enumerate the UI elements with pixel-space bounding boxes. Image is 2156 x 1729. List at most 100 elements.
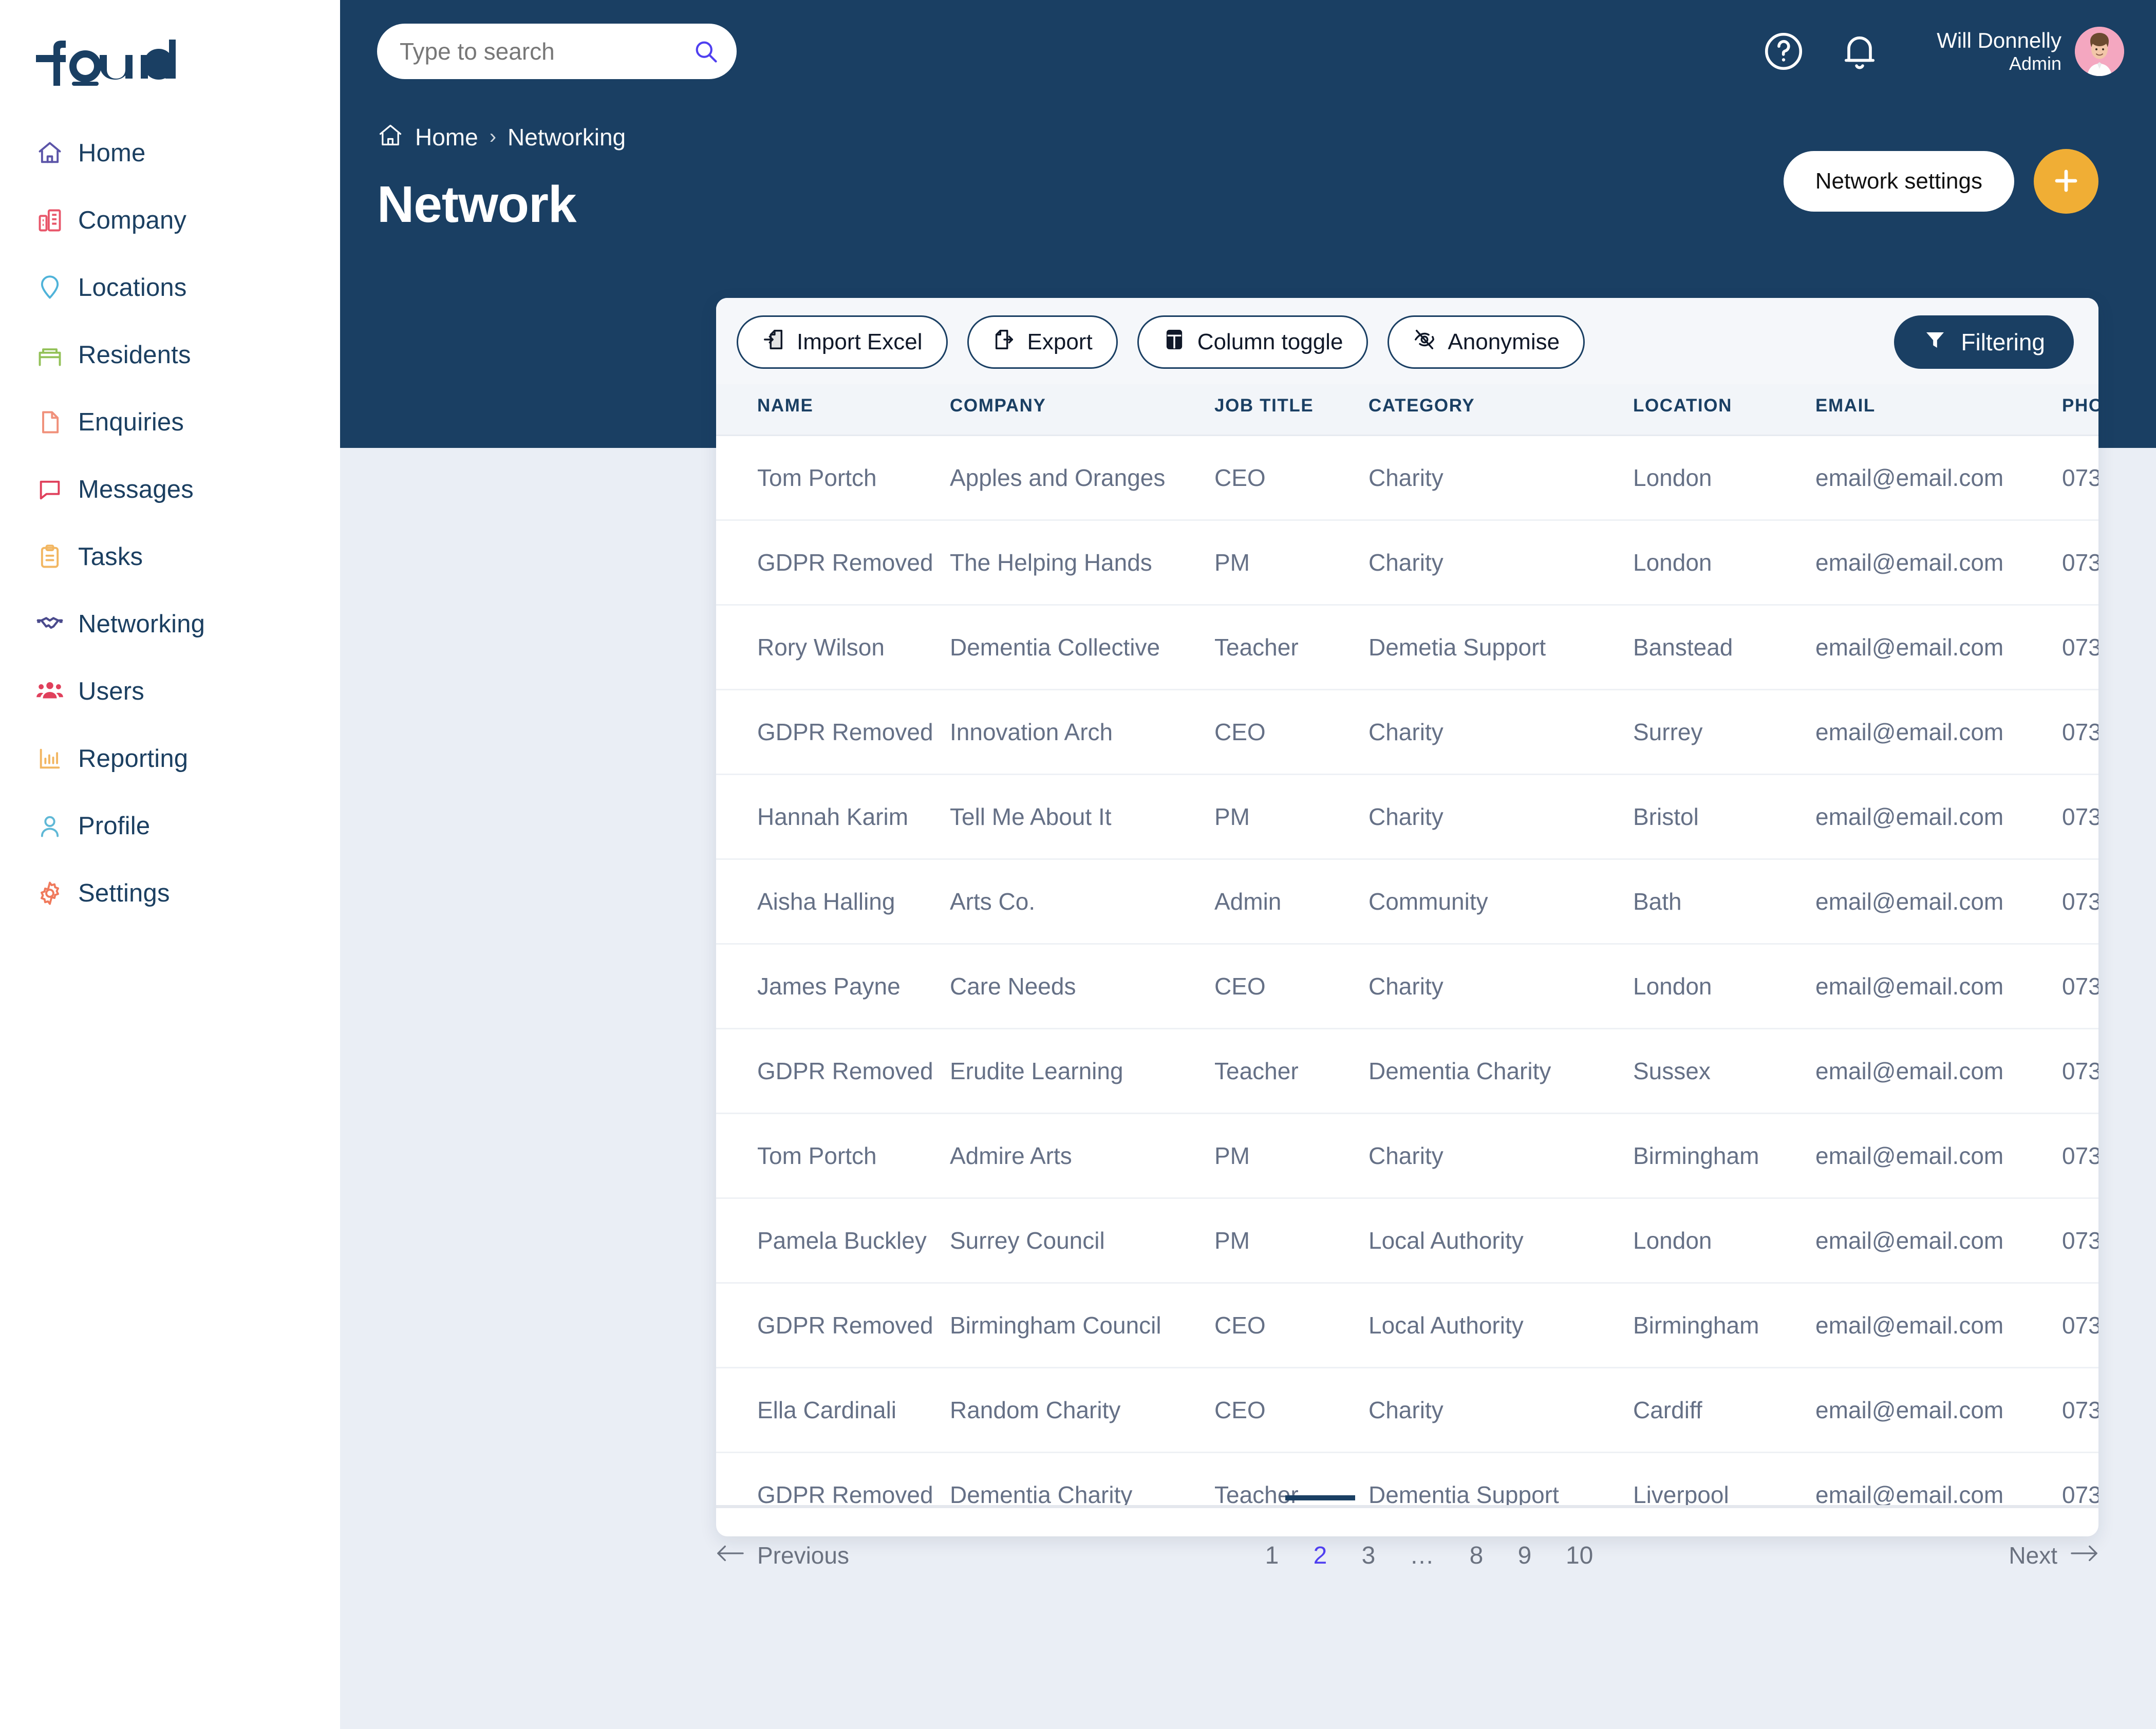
table-row[interactable]: GDPR Removed The Helping Hands PM Charity Lo…: [716, 520, 2098, 606]
home-breadcrumb-icon[interactable]: [377, 122, 404, 152]
column-header-name[interactable]: NAME: [716, 384, 950, 436]
cell-location: Sussex: [1633, 1028, 1815, 1114]
help-icon[interactable]: [1758, 26, 1809, 77]
table-row[interactable]: GDPR Removed Innovation Arch CEO Charity Sur…: [716, 689, 2098, 775]
previous-page-button[interactable]: Previous: [716, 1542, 849, 1569]
column-header-location[interactable]: LOCATION: [1633, 384, 1815, 436]
sidebar-item-users[interactable]: Users: [0, 657, 340, 725]
cell-job: PM: [1214, 520, 1368, 606]
plus-icon: [2050, 165, 2082, 198]
anonymise-button[interactable]: Anonymise: [1388, 315, 1585, 369]
sidebar-item-settings[interactable]: Settings: [0, 859, 340, 927]
add-network-button[interactable]: [2034, 149, 2098, 214]
column-header-company[interactable]: COMPANY: [950, 384, 1214, 436]
export-button[interactable]: Export: [967, 315, 1118, 369]
cell-category: Demetia Support: [1368, 605, 1633, 690]
table-row[interactable]: Aisha Halling Arts Co. Admin Community Bath e…: [716, 859, 2098, 945]
anonymise-label: Anonymise: [1448, 329, 1560, 354]
chat-icon: [35, 475, 65, 504]
page-number-8[interactable]: 8: [1469, 1542, 1484, 1570]
cell-email: email@email.com: [1815, 605, 2062, 690]
network-settings-button[interactable]: Network settings: [1783, 151, 2014, 212]
table-row[interactable]: Tom Portch Admire Arts PM Charity Birmingham…: [716, 1113, 2098, 1199]
page-number-1[interactable]: 1: [1265, 1542, 1279, 1570]
table-row[interactable]: Hannah Karim Tell Me About It PM Charity Bri…: [716, 774, 2098, 860]
sidebar-item-label: Enquiries: [78, 408, 184, 436]
cell-email: email@email.com: [1815, 689, 2062, 775]
page-number-10[interactable]: 10: [1566, 1542, 1593, 1570]
breadcrumb-separator: ›: [489, 125, 497, 148]
cell-name: Rory Wilson: [716, 605, 950, 690]
import-excel-label: Import Excel: [797, 329, 923, 354]
cell-email: email@email.com: [1815, 1113, 2062, 1199]
eye-off-icon: [1413, 328, 1436, 357]
cell-name: Pamela Buckley: [716, 1198, 950, 1284]
cell-category: Charity: [1368, 520, 1633, 606]
page-number-3[interactable]: 3: [1361, 1542, 1376, 1570]
found-logo[interactable]: [32, 27, 340, 104]
cell-name: Tom Portch: [716, 1113, 950, 1199]
notification-bell-icon[interactable]: [1834, 26, 1885, 77]
sidebar-item-enquiries[interactable]: Enquiries: [0, 388, 340, 456]
cell-name: GDPR Removed: [716, 689, 950, 775]
sidebar-item-residents[interactable]: Residents: [0, 321, 340, 388]
column-toggle-button[interactable]: Column toggle: [1137, 315, 1368, 369]
filtering-button[interactable]: Filtering: [1894, 315, 2074, 369]
next-page-button[interactable]: Next: [2009, 1542, 2098, 1569]
cell-phone: 07345434567: [2062, 1367, 2098, 1453]
cell-phone: 07345434567: [2062, 435, 2098, 521]
main-content: Will Donnelly Admin: [340, 0, 2156, 1729]
table-row[interactable]: GDPR Removed Erudite Learning Teacher Demen…: [716, 1028, 2098, 1114]
cell-email: email@email.com: [1815, 1198, 2062, 1284]
search-input[interactable]: [400, 37, 688, 65]
cell-location: Surrey: [1633, 689, 1815, 775]
export-label: Export: [1027, 329, 1093, 354]
sidebar-item-locations[interactable]: Locations: [0, 254, 340, 321]
sidebar-item-label: Tasks: [78, 542, 143, 571]
cell-phone: 07345434567: [2062, 1028, 2098, 1114]
table-row[interactable]: Ella Cardinali Random Charity CEO Charity Ca…: [716, 1367, 2098, 1453]
sidebar-item-home[interactable]: Home: [0, 119, 340, 186]
cell-location: Birmingham: [1633, 1283, 1815, 1368]
page-number-2[interactable]: 2: [1313, 1542, 1327, 1570]
cell-category: Charity: [1368, 774, 1633, 860]
table-row[interactable]: Rory Wilson Dementia Collective Teacher Dem…: [716, 605, 2098, 690]
table-row[interactable]: Tom Portch Apples and Oranges CEO Charity Lo…: [716, 435, 2098, 521]
cell-phone: 07345434567: [2062, 1113, 2098, 1199]
column-header-phone[interactable]: PHONE: [2062, 384, 2098, 436]
cell-company: Apples and Oranges: [950, 435, 1214, 521]
column-header-email[interactable]: EMAIL: [1815, 384, 2062, 436]
bed-icon: [35, 340, 65, 370]
column-header-category[interactable]: CATEGORY: [1368, 384, 1633, 436]
table-row[interactable]: Pamela Buckley Surrey Council PM Local Auth…: [716, 1198, 2098, 1284]
search-box[interactable]: [377, 24, 737, 79]
sidebar-item-tasks[interactable]: Tasks: [0, 523, 340, 590]
sidebar-item-company[interactable]: Company: [0, 186, 340, 254]
sidebar-item-messages[interactable]: Messages: [0, 456, 340, 523]
sidebar-item-profile[interactable]: Profile: [0, 792, 340, 859]
cell-job: CEO: [1214, 1283, 1368, 1368]
table-row[interactable]: James Payne Care Needs CEO Charity London ema…: [716, 944, 2098, 1029]
sidebar-item-networking[interactable]: Networking: [0, 590, 340, 657]
table-row[interactable]: GDPR Removed Birmingham Council CEO Local A…: [716, 1283, 2098, 1368]
cell-location: London: [1633, 520, 1815, 606]
user-text: Will Donnelly Admin: [1937, 28, 2061, 74]
cell-job: CEO: [1214, 689, 1368, 775]
avatar[interactable]: [2075, 27, 2124, 76]
network-table: NAME COMPANY JOB TITLE CATEGORY LOCATION…: [716, 384, 2098, 1536]
cell-job: CEO: [1214, 944, 1368, 1029]
cell-phone: 07345434567: [2062, 859, 2098, 945]
cell-company: Care Needs: [950, 944, 1214, 1029]
import-excel-button[interactable]: Import Excel: [737, 315, 948, 369]
sidebar-item-reporting[interactable]: Reporting: [0, 725, 340, 792]
cell-company: Random Charity: [950, 1367, 1214, 1453]
cell-category: Charity: [1368, 689, 1633, 775]
search-icon[interactable]: [692, 38, 719, 65]
sidebar-item-label: Company: [78, 206, 187, 234]
cell-job: CEO: [1214, 1367, 1368, 1453]
breadcrumb-current[interactable]: Networking: [508, 123, 626, 151]
user-menu[interactable]: Will Donnelly Admin: [1937, 27, 2124, 76]
page-number-9[interactable]: 9: [1517, 1542, 1532, 1570]
breadcrumb-home[interactable]: Home: [415, 123, 478, 151]
column-header-job-title[interactable]: JOB TITLE: [1214, 384, 1368, 436]
